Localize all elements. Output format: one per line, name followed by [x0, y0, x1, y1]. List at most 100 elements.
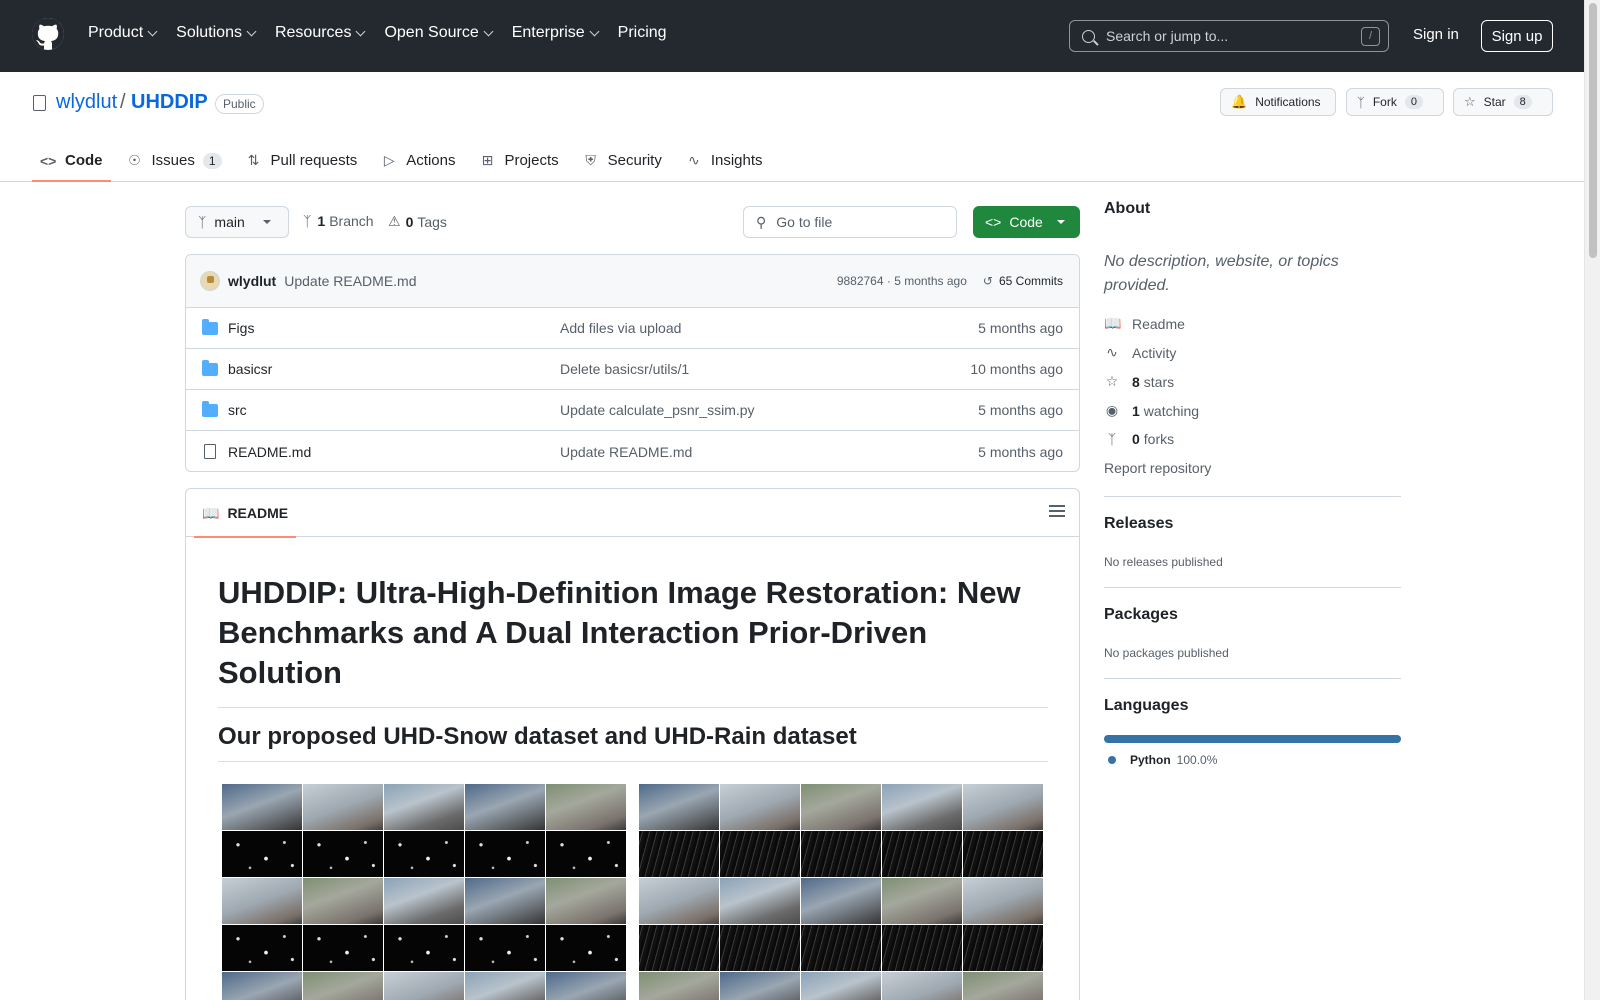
releases-title[interactable]: Releases: [1104, 515, 1173, 533]
chevron-down-icon: [589, 26, 600, 36]
branch-icon: ᛉ: [303, 213, 312, 229]
fork-icon: ᛉ: [1357, 94, 1365, 110]
tag-count: 0: [405, 213, 414, 230]
search-placeholder: Search or jump to...: [1106, 28, 1229, 44]
file-commit-message[interactable]: Update calculate_psnr_ssim.py: [560, 402, 978, 418]
nav-solutions[interactable]: Solutions: [176, 24, 257, 42]
nav-open-source-label: Open Source: [384, 24, 479, 41]
readme-panel: 📖 README UHDDIP: Ultra-High-Definition I…: [185, 488, 1080, 1000]
file-commit-message[interactable]: Update README.md: [560, 444, 978, 460]
repo-icon: [33, 95, 46, 111]
tab-security[interactable]: ⛨ Security: [575, 140, 670, 181]
star-button[interactable]: ☆ Star 8: [1453, 88, 1553, 116]
dataset-image: [882, 878, 962, 924]
main-nav: Product Solutions Resources Open Source …: [88, 24, 687, 42]
readme-title: UHDDIP: Ultra-High-Definition Image Rest…: [218, 573, 1048, 708]
dataset-image: [963, 784, 1043, 830]
nav-open-source[interactable]: Open Source: [384, 24, 494, 42]
branches-link[interactable]: ᛉ 1 Branch: [303, 213, 374, 229]
issues-count: 1: [202, 152, 222, 169]
branch-icon: ᛉ: [198, 214, 207, 230]
rain-mask-image: [720, 831, 800, 877]
book-icon: 📖: [202, 504, 220, 521]
readme-tab-label: README: [227, 505, 289, 521]
report-repository-link[interactable]: Report repository: [1104, 460, 1211, 476]
dataset-image: [801, 878, 881, 924]
file-commit-message[interactable]: Add files via upload: [560, 320, 978, 336]
tab-projects[interactable]: ⊞ Projects: [471, 140, 566, 181]
github-logo-icon[interactable]: [32, 18, 64, 50]
snow-mask-image: [303, 925, 383, 971]
commit-hash-time[interactable]: 9882764 · 5 months ago: [837, 274, 967, 288]
page-scrollbar[interactable]: [1584, 0, 1600, 1000]
chevron-down-icon: [483, 26, 494, 36]
avatar[interactable]: [200, 271, 220, 291]
snow-mask-image: [222, 925, 302, 971]
outline-list-icon[interactable]: [1049, 505, 1065, 519]
sign-up-button[interactable]: Sign up: [1481, 20, 1553, 52]
fork-button[interactable]: ᛉ Fork 0: [1346, 88, 1444, 116]
stars-label: stars: [1143, 373, 1175, 390]
commit-message[interactable]: Update README.md: [284, 273, 837, 289]
star-count: 8: [1513, 95, 1532, 109]
dataset-image: [720, 972, 800, 1000]
language-item-python[interactable]: Python 100.0%: [1108, 753, 1217, 767]
nav-enterprise[interactable]: Enterprise: [512, 24, 600, 42]
code-button-label: Code: [1009, 214, 1043, 230]
sign-in-link[interactable]: Sign in: [1413, 26, 1459, 43]
file-name[interactable]: basicsr: [228, 361, 560, 377]
readme-link[interactable]: 📖 Readme: [1104, 315, 1185, 332]
scrollbar-thumb[interactable]: [1589, 3, 1597, 258]
go-to-file-input[interactable]: ⚲ Go to file: [743, 206, 957, 238]
watching-link[interactable]: ◉ 1 watching: [1104, 402, 1199, 419]
dataset-image: [546, 784, 626, 830]
tab-issues[interactable]: ☉ Issues 1: [119, 140, 230, 181]
tab-code[interactable]: <> Code: [32, 140, 111, 182]
language-bar: [1104, 735, 1401, 743]
readme-tab[interactable]: 📖 README: [194, 489, 297, 538]
search-input[interactable]: Search or jump to... /: [1069, 20, 1389, 52]
fork-icon: ᛉ: [1107, 431, 1117, 447]
commits-link[interactable]: ↺ 65 Commits: [983, 274, 1063, 288]
file-name[interactable]: src: [228, 402, 560, 418]
divider: [1104, 496, 1401, 497]
repo-owner-link[interactable]: wlydlut: [56, 91, 117, 114]
latest-commit-row: wlydlut Update README.md 9882764 · 5 mon…: [186, 255, 1079, 308]
stars-link[interactable]: ☆ 8 stars: [1104, 373, 1174, 390]
search-icon: ⚲: [756, 213, 767, 230]
branch-selector[interactable]: ᛉ main: [185, 206, 289, 238]
dataset-image: [882, 784, 962, 830]
tags-link[interactable]: ⚠ 0 Tags: [388, 213, 447, 230]
rain-mask-image: [882, 831, 962, 877]
dataset-image: [882, 972, 962, 1000]
packages-title[interactable]: Packages: [1104, 606, 1178, 624]
dataset-image: [465, 784, 545, 830]
snow-mask-image: [384, 831, 464, 877]
search-shortcut-badge: /: [1361, 26, 1380, 46]
tab-actions[interactable]: ▷ Actions: [373, 140, 463, 181]
language-name: Python: [1130, 753, 1171, 767]
nav-pricing[interactable]: Pricing: [618, 24, 667, 42]
code-dropdown-button[interactable]: <> Code: [973, 206, 1080, 238]
book-icon: 📖: [1104, 315, 1122, 331]
file-name[interactable]: README.md: [228, 444, 560, 460]
issue-icon: ☉: [128, 152, 141, 168]
repo-name-link[interactable]: UHDDIP: [131, 91, 208, 114]
tab-issues-label: Issues: [151, 152, 195, 169]
tab-pull-requests[interactable]: ⇅ Pull requests: [238, 140, 366, 181]
star-label: Star: [1483, 95, 1506, 109]
dataset-image: [963, 878, 1043, 924]
file-commit-message[interactable]: Delete basicsr/utils/1: [560, 361, 970, 377]
commit-author[interactable]: wlydlut: [228, 273, 276, 289]
dataset-image: [639, 878, 719, 924]
bell-icon: 🔔: [1231, 94, 1248, 109]
about-title: About: [1104, 200, 1151, 217]
tab-pull-requests-label: Pull requests: [270, 152, 358, 169]
forks-link[interactable]: ᛉ 0 forks: [1104, 431, 1174, 447]
notifications-button[interactable]: 🔔 Notifications: [1220, 88, 1336, 116]
nav-product[interactable]: Product: [88, 24, 158, 42]
file-name[interactable]: Figs: [228, 320, 560, 336]
activity-link[interactable]: ∿ Activity: [1104, 344, 1176, 361]
nav-resources[interactable]: Resources: [275, 24, 366, 42]
tab-insights[interactable]: ∿ Insights: [678, 140, 771, 181]
